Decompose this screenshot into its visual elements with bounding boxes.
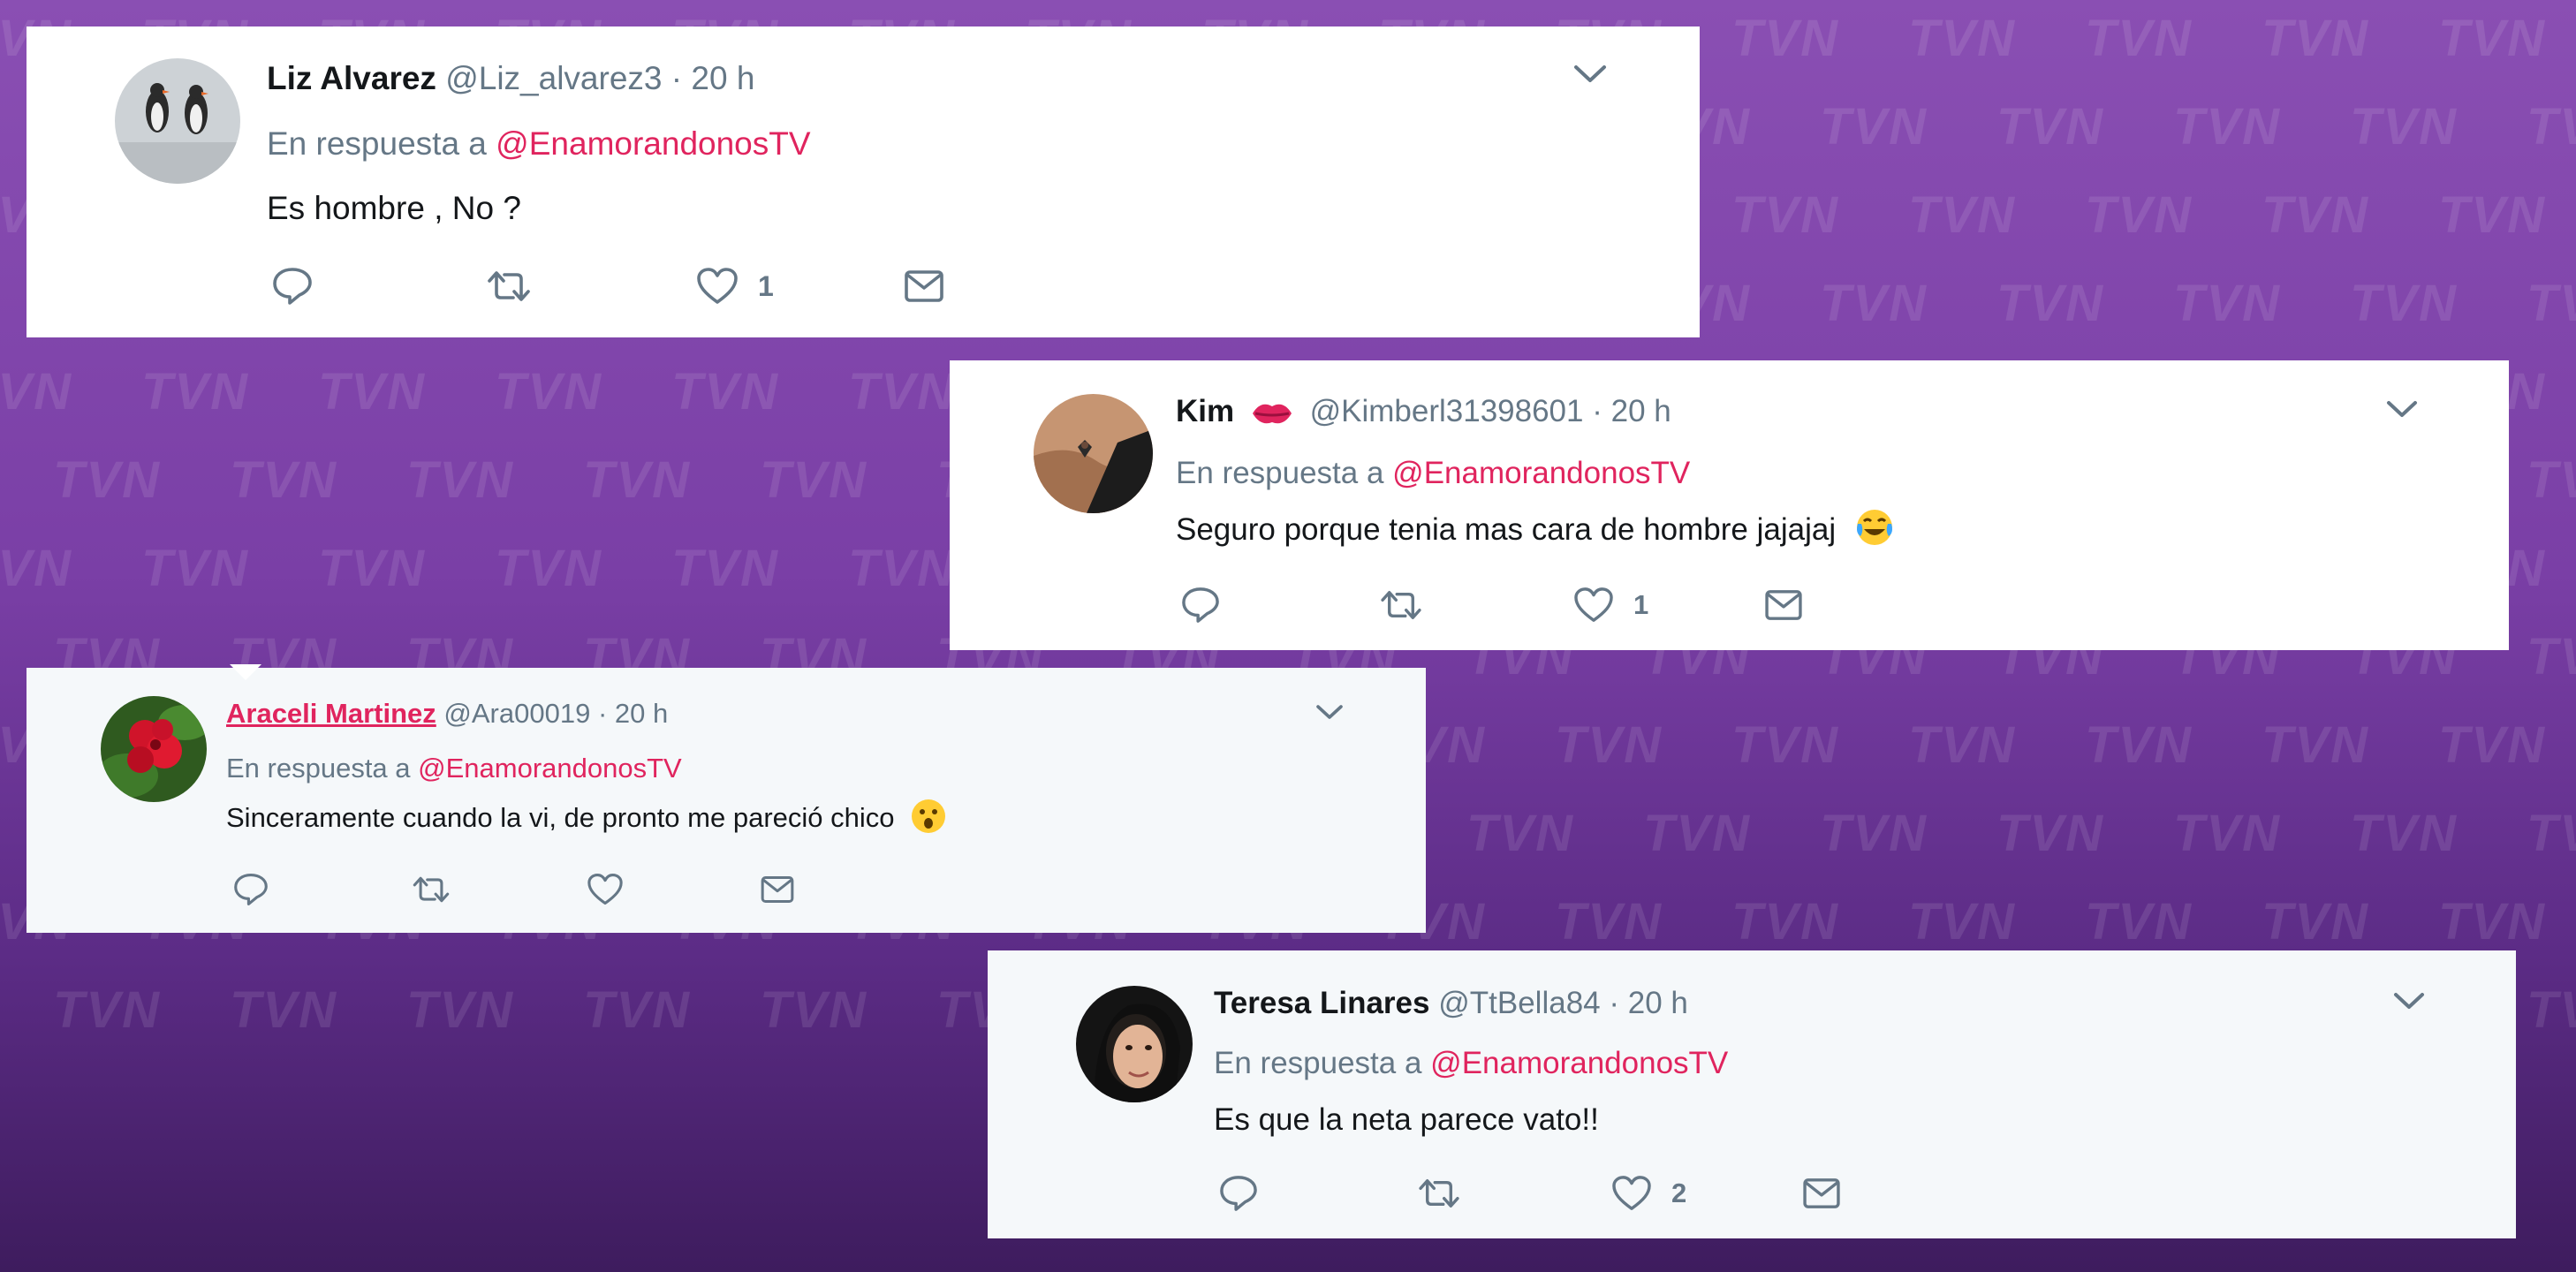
reply-button[interactable] xyxy=(272,267,484,306)
tweet-actions: 1 xyxy=(1181,587,1803,624)
retweet-icon xyxy=(488,271,530,301)
like-button[interactable] xyxy=(587,873,760,906)
reply-context: En respuesta a @EnamorandonosTV xyxy=(1214,1046,1728,1081)
user-handle[interactable]: @Liz_alvarez3 xyxy=(445,60,662,96)
tweet-card[interactable]: Kim @Kimberl31398601 · 20 h En respuesta… xyxy=(950,360,2509,650)
envelope-icon xyxy=(905,270,943,302)
tears-of-joy-emoji-icon xyxy=(1856,509,1892,545)
reply-icon xyxy=(1182,587,1219,623)
timestamp[interactable]: · 20 h xyxy=(1592,394,1671,428)
reply-button[interactable] xyxy=(1219,1175,1415,1212)
tweet-text-row: Sinceramente cuando la vi, de pronto me … xyxy=(226,799,948,836)
avatar[interactable] xyxy=(1076,986,1193,1102)
direct-message-button[interactable] xyxy=(904,269,944,303)
direct-message-button[interactable] xyxy=(1764,589,1803,621)
reply-context: En respuesta a @EnamorandonosTV xyxy=(267,125,811,163)
heart-icon xyxy=(1574,587,1613,622)
reply-mention-link[interactable]: @EnamorandonosTV xyxy=(1392,456,1690,490)
kiss-lips-emoji-icon xyxy=(1252,404,1292,423)
tweet-text-row: Seguro porque tenia mas cara de hombre j… xyxy=(1176,509,1896,549)
retweet-button[interactable] xyxy=(410,874,587,905)
tooltip-pointer xyxy=(230,664,261,680)
retweet-icon xyxy=(1419,1179,1459,1208)
timestamp[interactable]: · 20 h xyxy=(1609,986,1688,1020)
like-count: 1 xyxy=(1633,589,1649,620)
avatar[interactable] xyxy=(1034,394,1153,513)
user-handle[interactable]: @TtBella84 xyxy=(1438,986,1600,1020)
tweet-header: Liz Alvarez @Liz_alvarez3 · 20 h xyxy=(267,60,754,97)
chevron-down-icon[interactable] xyxy=(1315,703,1345,725)
reply-context: En respuesta a @EnamorandonosTV xyxy=(1176,456,1690,491)
reply-mention-link[interactable]: @EnamorandonosTV xyxy=(1430,1046,1728,1080)
tweet-card[interactable]: Araceli Martinez @Ara00019 · 20 h En res… xyxy=(27,664,1426,933)
retweet-icon xyxy=(413,876,450,903)
tweet-actions xyxy=(233,873,795,906)
direct-message-button[interactable] xyxy=(760,875,795,904)
envelope-icon xyxy=(761,876,794,903)
reply-icon xyxy=(234,874,268,905)
reply-button[interactable] xyxy=(1181,587,1377,624)
reply-mention-link[interactable]: @EnamorandonosTV xyxy=(418,753,682,784)
tweet-card[interactable]: Teresa Linares @TtBella84 · 20 h En resp… xyxy=(988,950,2516,1238)
display-name[interactable]: Teresa Linares xyxy=(1214,986,1430,1020)
tweet-actions: 1 xyxy=(272,267,944,306)
chevron-down-icon[interactable] xyxy=(2392,991,2426,1015)
tweet-header: Kim @Kimberl31398601 · 20 h xyxy=(1176,394,1671,429)
like-button[interactable]: 2 xyxy=(1611,1175,1802,1212)
timestamp[interactable]: · 20 h xyxy=(671,60,755,96)
avatar[interactable] xyxy=(115,58,240,184)
direct-message-button[interactable] xyxy=(1802,1177,1841,1209)
user-handle[interactable]: @Kimberl31398601 xyxy=(1310,394,1584,428)
avatar[interactable] xyxy=(101,696,207,802)
tweet-text: Sinceramente cuando la vi, de pronto me … xyxy=(226,802,895,833)
tweet-text: Seguro porque tenia mas cara de hombre j… xyxy=(1176,512,1837,547)
tweet-actions: 2 xyxy=(1219,1175,1841,1212)
tweet-header: Teresa Linares @TtBella84 · 20 h xyxy=(1214,986,1688,1021)
heart-icon xyxy=(587,874,623,905)
display-name[interactable]: Liz Alvarez xyxy=(267,60,436,96)
reply-prefix: En respuesta a xyxy=(1214,1046,1422,1080)
envelope-icon xyxy=(1803,1178,1840,1208)
envelope-icon xyxy=(1765,590,1802,620)
tweet-text: Es que la neta parece vato!! xyxy=(1214,1102,1599,1137)
retweet-icon xyxy=(1381,591,1421,619)
like-count: 1 xyxy=(758,269,774,302)
chevron-down-icon[interactable] xyxy=(2385,399,2419,423)
astonished-face-emoji-icon xyxy=(912,799,946,833)
reply-button[interactable] xyxy=(233,873,410,906)
reply-context: En respuesta a @EnamorandonosTV xyxy=(226,753,682,784)
tweet-card[interactable]: Liz Alvarez @Liz_alvarez3 · 20 h En resp… xyxy=(27,26,1700,337)
user-handle[interactable]: @Ara00019 xyxy=(443,698,590,729)
reply-prefix: En respuesta a xyxy=(1176,456,1384,490)
reply-prefix: En respuesta a xyxy=(226,753,411,784)
tweet-text: Es hombre , No ? xyxy=(267,190,521,226)
tweet-header: Araceli Martinez @Ara00019 · 20 h xyxy=(226,698,668,730)
retweet-button[interactable] xyxy=(1377,588,1573,622)
chevron-down-icon[interactable] xyxy=(1572,64,1608,89)
reply-icon xyxy=(1220,1176,1257,1211)
reply-icon xyxy=(273,268,312,305)
like-count: 2 xyxy=(1671,1177,1687,1208)
display-name[interactable]: Araceli Martinez xyxy=(226,698,436,729)
heart-icon xyxy=(697,268,738,304)
retweet-button[interactable] xyxy=(484,269,696,304)
like-button[interactable]: 1 xyxy=(696,267,904,306)
reply-prefix: En respuesta a xyxy=(267,125,487,162)
timestamp[interactable]: · 20 h xyxy=(598,698,668,729)
reply-mention-link[interactable]: @EnamorandonosTV xyxy=(496,125,810,162)
heart-icon xyxy=(1612,1176,1651,1210)
like-button[interactable]: 1 xyxy=(1573,587,1764,624)
retweet-button[interactable] xyxy=(1415,1177,1611,1210)
display-name[interactable]: Kim xyxy=(1176,394,1234,428)
